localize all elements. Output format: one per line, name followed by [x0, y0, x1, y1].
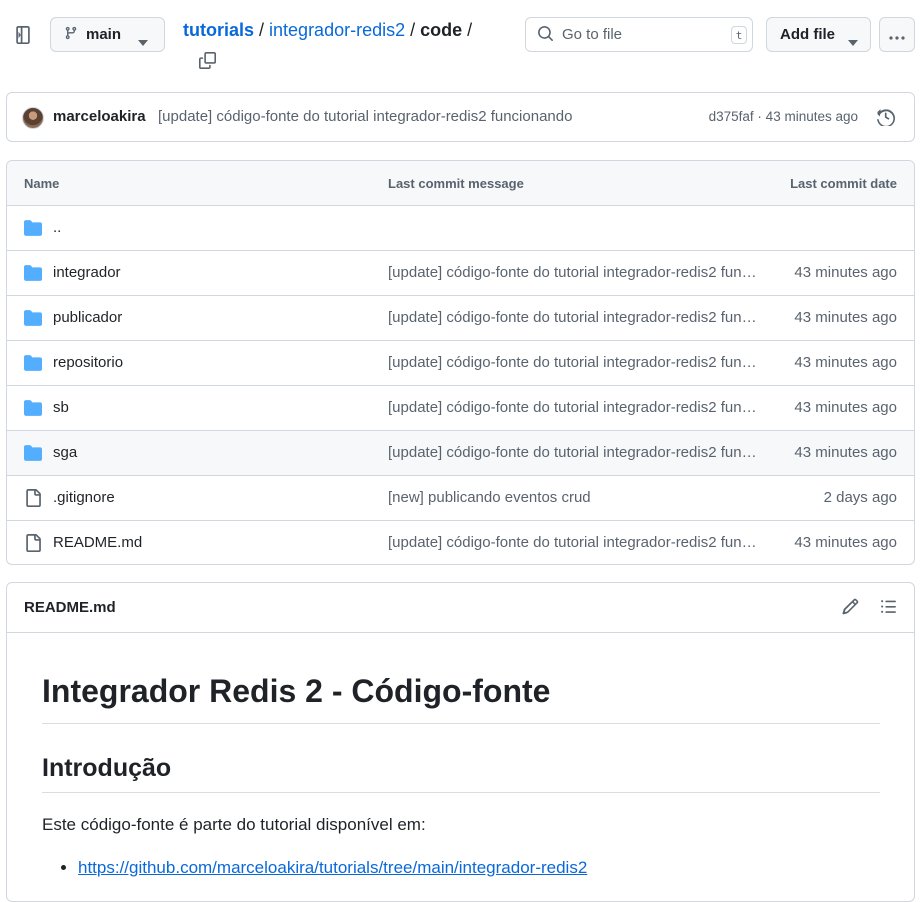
table-row[interactable]: publicador [update] código-fonte do tutor… [7, 296, 914, 341]
pencil-icon[interactable] [842, 598, 860, 616]
file-table: Name Last commit message Last commit dat… [6, 160, 915, 565]
breadcrumb-separator: / [467, 20, 473, 40]
file-name-link[interactable]: publicador [53, 309, 122, 326]
repo-toolbar: main tutorials / integrador-redis2 / cod… [0, 0, 922, 80]
file-icon [24, 489, 42, 507]
file-name-link[interactable]: sga [53, 444, 77, 461]
latest-commit-bar: marceloakira [update] código-fonte do tu… [6, 92, 915, 142]
table-row[interactable]: .. [7, 206, 914, 251]
list-item: https://github.com/marceloakira/tutorial… [78, 856, 880, 880]
kebab-horizontal-icon [889, 27, 905, 43]
go-to-file-input[interactable] [562, 26, 712, 43]
folder-icon [24, 219, 42, 237]
add-file-label: Add file [780, 26, 835, 43]
commit-date: 43 minutes ago [794, 399, 897, 416]
file-icon [24, 534, 42, 552]
breadcrumb-folder-link[interactable]: integrador-redis2 [269, 19, 405, 41]
table-row[interactable]: README.md [update] código-fonte do tutori… [7, 521, 914, 564]
column-header-date: Last commit date [790, 176, 897, 191]
outline-list-icon[interactable] [880, 598, 898, 616]
commit-date: 2 days ago [823, 489, 897, 506]
history-icon[interactable] [876, 107, 896, 127]
branch-icon [64, 25, 78, 45]
readme-panel: README.md Integrador Redis 2 - Código-fo… [6, 582, 915, 902]
search-icon [537, 25, 554, 45]
copy-path-icon[interactable] [197, 50, 217, 70]
tutorial-link[interactable]: https://github.com/marceloakira/tutorial… [78, 858, 587, 877]
commit-message-link[interactable]: [update] código-fonte do tutorial integr… [388, 399, 764, 416]
commit-date: 43 minutes ago [794, 444, 897, 461]
file-name-link[interactable]: integrador [53, 264, 121, 281]
breadcrumb-separator: / [410, 20, 416, 40]
file-name-link[interactable]: README.md [53, 534, 142, 551]
readme-filename[interactable]: README.md [24, 599, 116, 616]
commit-message-link[interactable]: [update] código-fonte do tutorial integr… [388, 444, 764, 461]
go-to-file-search[interactable]: t [525, 17, 753, 52]
table-row[interactable]: integrador [update] código-fonte do tutor… [7, 251, 914, 296]
folder-icon [24, 354, 42, 372]
branch-name: main [86, 26, 122, 43]
readme-paragraph: Este código-fonte é parte do tutorial di… [42, 815, 426, 834]
commit-date: 43 minutes ago [794, 534, 897, 551]
commit-hash-time[interactable]: d375faf · 43 minutes ago [709, 109, 858, 124]
folder-icon [24, 444, 42, 462]
table-row[interactable]: sga [update] código-fonte do tutorial int… [7, 431, 914, 476]
file-table-body: .. integrador [update] código-fonte do tut… [7, 206, 914, 564]
avatar[interactable] [22, 107, 44, 129]
commit-date: 43 minutes ago [794, 309, 897, 326]
breadcrumb-current: code [420, 20, 463, 40]
commit-message[interactable]: [update] código-fonte do tutorial integr… [158, 108, 572, 125]
file-name-link[interactable]: .gitignore [53, 489, 115, 506]
column-header-message: Last commit message [388, 176, 524, 191]
breadcrumb: tutorials / integrador-redis2 / code / [183, 19, 477, 41]
column-header-name: Name [24, 176, 60, 191]
commit-author[interactable]: marceloakira [53, 108, 146, 125]
readme-heading-1: Integrador Redis 2 - Código-fonte [42, 671, 880, 724]
breadcrumb-separator: / [259, 20, 265, 40]
table-row[interactable]: sb [update] código-fonte do tutorial inte… [7, 386, 914, 431]
commit-message-link[interactable]: [update] código-fonte do tutorial integr… [388, 309, 764, 326]
breadcrumb-repo-link[interactable]: tutorials [183, 19, 254, 41]
chevron-down-icon [848, 33, 858, 50]
commit-message-link[interactable]: [update] código-fonte do tutorial integr… [388, 534, 764, 551]
file-name-link[interactable]: sb [53, 399, 69, 416]
folder-icon [24, 264, 42, 282]
readme-content: Integrador Redis 2 - Código-fonte Introd… [42, 633, 880, 880]
commit-message-link[interactable]: [update] código-fonte do tutorial integr… [388, 264, 764, 281]
file-name-link[interactable]: .. [53, 219, 61, 236]
more-options-button[interactable] [879, 17, 915, 52]
commit-date: 43 minutes ago [794, 354, 897, 371]
sidebar-toggle-icon[interactable] [12, 24, 34, 46]
table-row[interactable]: repositorio [update] código-fonte do tuto… [7, 341, 914, 386]
folder-icon [24, 399, 42, 417]
table-row[interactable]: .gitignore [new] publicando eventos crud 2… [7, 476, 914, 521]
readme-list: https://github.com/marceloakira/tutorial… [42, 856, 880, 880]
readme-header: README.md [7, 583, 914, 633]
folder-icon [24, 309, 42, 327]
chevron-down-icon [138, 33, 148, 50]
add-file-button[interactable]: Add file [766, 17, 871, 52]
file-table-header: Name Last commit message Last commit dat… [7, 161, 914, 206]
commit-message-link[interactable]: [update] código-fonte do tutorial integr… [388, 354, 764, 371]
readme-heading-2: Introdução [42, 752, 880, 793]
file-name-link[interactable]: repositorio [53, 354, 123, 371]
shortcut-key: t [731, 26, 747, 44]
branch-selector-button[interactable]: main [50, 17, 165, 52]
commit-message-link[interactable]: [new] publicando eventos crud [388, 489, 764, 506]
commit-date: 43 minutes ago [794, 264, 897, 281]
